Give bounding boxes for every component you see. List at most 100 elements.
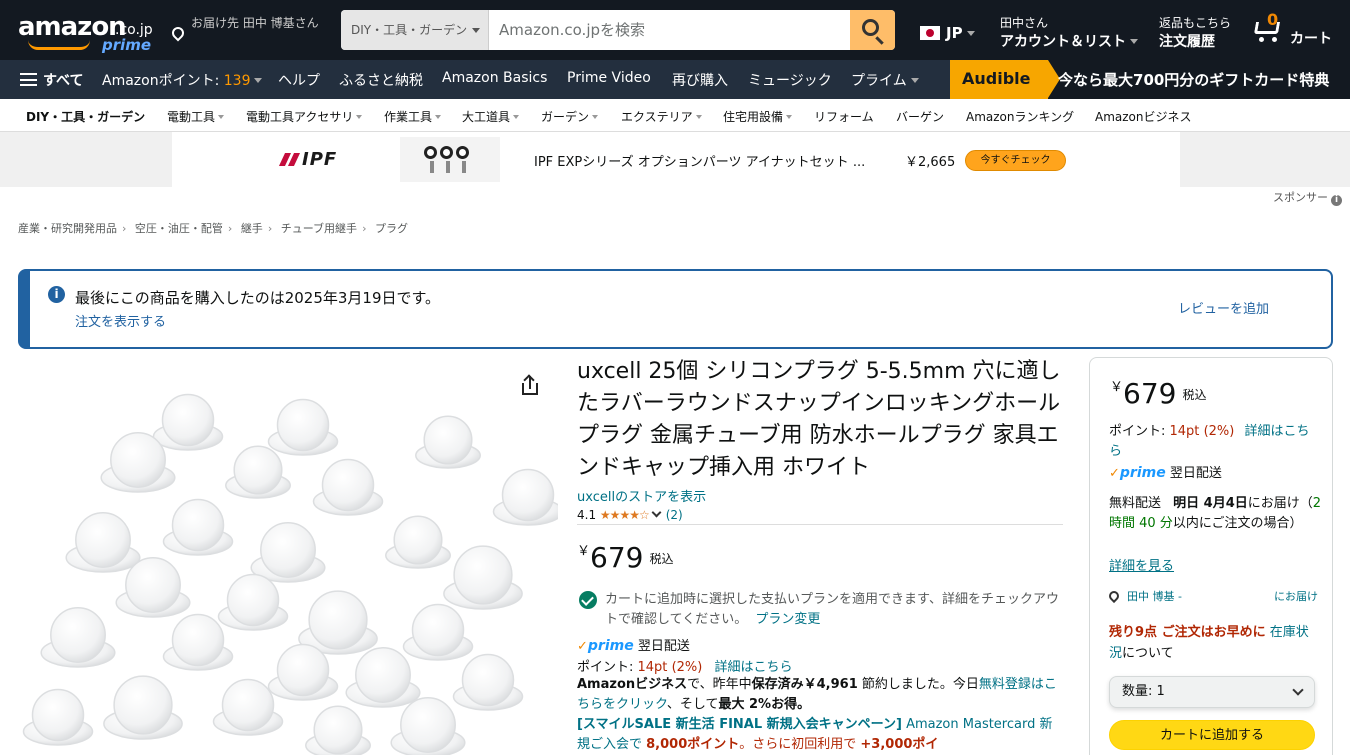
nav-furusato[interactable]: ふるさと納税 [339, 70, 423, 90]
amazon-logo[interactable]: amazon .co.jp prime [18, 10, 154, 54]
ipf-brand-logo[interactable]: IPF [278, 149, 380, 170]
plug-body [221, 678, 275, 732]
points-value: 14pt [1169, 424, 1200, 439]
orders-link[interactable]: 返品もこちら 注文履歴 [1159, 14, 1231, 51]
audible-badge: Audible [950, 60, 1060, 99]
nav-buy-again[interactable]: 再び購入 [672, 70, 728, 90]
search-category-select[interactable]: DIY・工具・ガーデン [341, 10, 489, 50]
plan-text: カートに追加時に選択した支払いプランを適用できます、詳細をチェックアウトで確認し… [605, 592, 1059, 627]
nav-help[interactable]: ヘルプ [278, 70, 320, 90]
subnav-housing-equipment[interactable]: 住宅用設備 [723, 108, 793, 125]
notice-text: 最後にこの商品を購入したのは2025年3月19日です。 [75, 289, 441, 307]
biz-saved: 保存済み￥4,961 [751, 677, 858, 692]
subnav-label: 電動工具アクセサリ [246, 110, 354, 124]
delivery-address[interactable]: 田中 博基 - にお届け [1106, 588, 1319, 604]
points-detail-link[interactable]: 詳細はこちら [714, 660, 792, 675]
ad-check-now-button[interactable]: 今すぐチェック [965, 150, 1066, 171]
plug-body [313, 705, 363, 755]
subnav-label: 大工道具 [462, 110, 511, 124]
plug-body [461, 653, 515, 707]
info-icon: i [48, 286, 65, 303]
subnav-garden[interactable]: ガーデン [541, 108, 599, 125]
plug-body [423, 415, 473, 465]
ad-product-title[interactable]: IPF EXPシリーズ オプションパーツ アイナットセット ... [534, 151, 865, 170]
search-input[interactable] [489, 10, 850, 50]
points-row: ポイント: 14pt (2%) 詳細はこちら [577, 656, 793, 675]
plug-body [161, 393, 215, 447]
language-selector[interactable]: JP [920, 24, 975, 42]
subnav-power-tool-accessories[interactable]: 電動工具アクセサリ [246, 108, 363, 125]
price-amount: 679 [1123, 377, 1177, 410]
audible-promo-banner[interactable]: Audible 今なら最大700円分のギフトカード特典 [950, 60, 1350, 99]
subnav-carpentry[interactable]: 大工道具 [462, 108, 520, 125]
view-order-link[interactable]: 注文を表示する [75, 311, 166, 330]
product-image[interactable] [18, 375, 558, 755]
shipping-detail-link[interactable]: 詳細を見る [1109, 555, 1174, 574]
ipf-logo-text: IPF [302, 149, 338, 170]
nav-music[interactable]: ミュージック [748, 70, 832, 90]
subnav-label: 作業工具 [384, 110, 433, 124]
search-bar: DIY・工具・ガーデン [341, 10, 895, 50]
breadcrumb-item[interactable]: 空圧・油圧・配管 [135, 222, 223, 235]
breadcrumb-item[interactable]: 産業・研究開発用品 [18, 222, 117, 235]
share-icon[interactable] [520, 374, 540, 397]
tax-label: 税込 [649, 552, 674, 566]
subnav-reform[interactable]: リフォーム [814, 108, 874, 125]
breadcrumb-item[interactable]: チューブ用継手 [281, 222, 357, 235]
biz-discount: 最大 2%お得。 [718, 697, 811, 712]
card-campaign[interactable]: [スマイルSALE 新生活 FINAL 新規入会キャンペーン] Amazon M… [577, 715, 1057, 755]
rating-row[interactable]: 4.1 ★★★★☆ (2) [577, 507, 683, 522]
search-icon [862, 19, 879, 36]
chevron-right-icon: › [267, 222, 273, 235]
buybox-points: ポイント: 14pt (2%) 詳細はこちら [1109, 422, 1319, 462]
change-plan-link[interactable]: プラン変更 [755, 612, 820, 627]
caret-down-icon [254, 78, 263, 83]
add-to-cart-button[interactable]: カートに追加する [1109, 720, 1315, 750]
biz-name: Amazonビジネス [577, 677, 688, 692]
nav-prime-video[interactable]: Prime Video [567, 70, 651, 86]
payment-plan-text: カートに追加時に選択した支払いプランを適用できます、詳細をチェックアウトで確認し… [605, 590, 1065, 630]
points-label: ポイント: [577, 660, 638, 675]
sponsored-label[interactable]: スポンサー i [1273, 189, 1342, 206]
store-link[interactable]: uxcellのストアを表示 [577, 486, 706, 505]
plug-body [171, 613, 225, 667]
breadcrumb-item[interactable]: 継手 [241, 222, 263, 235]
add-review-link[interactable]: レビューを追加 [1178, 298, 1269, 317]
biz-text: 、そして [666, 697, 719, 712]
all-menu-button[interactable]: すべて [20, 70, 83, 90]
rating-value: 4.1 [577, 508, 597, 522]
category-subnav: DIY・工具・ガーデン 電動工具 電動工具アクセサリ 作業工具 大工道具 ガーデ… [0, 99, 1350, 132]
sale-text: 。さらに初回利用で [739, 737, 861, 752]
purchase-notice: i 最後にこの商品を購入したのは2025年3月19日です。 注文を表示する レビ… [18, 269, 1333, 349]
info-icon: i [1331, 195, 1342, 206]
account-menu[interactable]: 田中さん アカウント＆リスト [1000, 14, 1138, 51]
caret-down-icon [356, 115, 363, 119]
subnav-bargain[interactable]: バーゲン [896, 108, 944, 125]
caret-down-icon [472, 28, 480, 33]
caret-down-icon [435, 115, 442, 119]
nav-amazon-basics[interactable]: Amazon Basics [442, 70, 547, 86]
subnav-business[interactable]: Amazonビジネス [1095, 108, 1192, 125]
nav-points[interactable]: Amazonポイント: 139 [102, 70, 263, 90]
ad-product-image[interactable] [400, 137, 500, 182]
caret-down-icon [592, 115, 599, 119]
logo-prime: prime [102, 36, 152, 54]
quantity-select[interactable]: 数量: 1 [1109, 676, 1315, 708]
buy-box: ￥679 税込 ポイント: 14pt (2%) 詳細はこちら ✓prime 翌日配… [1089, 357, 1333, 755]
points-value: 14pt [637, 660, 668, 675]
cart-link[interactable]: 0 カート [1250, 10, 1340, 50]
plug-body [113, 675, 173, 735]
breadcrumb-item[interactable]: プラグ [375, 222, 408, 235]
subnav-hand-tools[interactable]: 作業工具 [384, 108, 442, 125]
plug-body [110, 432, 166, 488]
caret-down-icon [786, 115, 793, 119]
plug-body [260, 522, 316, 578]
menu-icon [20, 73, 37, 86]
subnav-ranking[interactable]: Amazonランキング [966, 108, 1074, 125]
review-count-link[interactable]: (2) [666, 508, 683, 522]
subnav-category[interactable]: DIY・工具・ガーデン [26, 108, 145, 125]
subnav-exterior[interactable]: エクステリア [621, 108, 702, 125]
search-button[interactable] [850, 10, 895, 50]
subnav-power-tools[interactable]: 電動工具 [167, 108, 225, 125]
nav-prime[interactable]: プライム [851, 70, 919, 90]
